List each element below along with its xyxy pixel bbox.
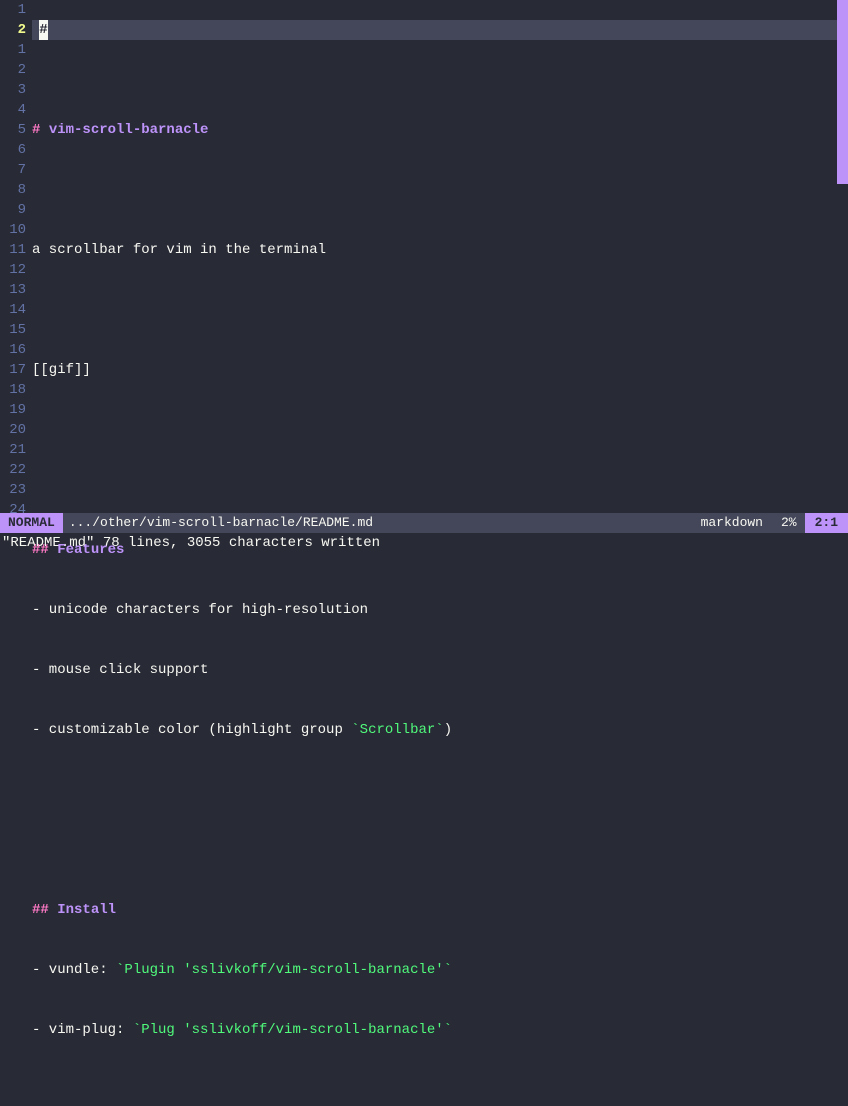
line-number: 11	[0, 240, 26, 260]
line-number: 1	[0, 40, 26, 60]
code-line: ## Features	[32, 540, 848, 560]
code-line: - customizable color (highlight group `S…	[32, 720, 848, 740]
code-line: - mouse click support	[32, 660, 848, 680]
code-line	[32, 840, 848, 860]
line-number: 20	[0, 420, 26, 440]
scrollbar-thumb[interactable]	[837, 0, 848, 184]
line-number: 16	[0, 340, 26, 360]
line-number: 6	[0, 140, 26, 160]
code-line: a scrollbar for vim in the terminal	[32, 240, 848, 260]
code-line	[32, 420, 848, 440]
line-number: 4	[0, 100, 26, 120]
line-number: 19	[0, 400, 26, 420]
cursor-line-highlight	[32, 20, 837, 40]
line-number: 18	[0, 380, 26, 400]
line-number: 15	[0, 320, 26, 340]
code-line: - vundle: `Plugin 'sslivkoff/vim-scroll-…	[32, 960, 848, 980]
line-number: 21	[0, 440, 26, 460]
filetype-indicator: markdown	[691, 513, 773, 533]
file-path: .../other/vim-scroll-barnacle/README.md	[63, 513, 691, 533]
line-number: 7	[0, 160, 26, 180]
line-number: 3	[0, 80, 26, 100]
code-line: - unicode characters for high-resolution	[32, 600, 848, 620]
code-line	[32, 1080, 848, 1100]
line-number: 1	[0, 0, 26, 20]
line-number: 17	[0, 360, 26, 380]
scroll-percent: 2%	[773, 513, 805, 533]
line-number: 5	[0, 120, 26, 140]
line-number: 22	[0, 460, 26, 480]
line-number: 8	[0, 180, 26, 200]
code-line	[32, 780, 848, 800]
line-number: 14	[0, 300, 26, 320]
line-number-gutter: 1 2 1 2 3 4 5 6 7 8 9 10 11 12 13 14 15 …	[0, 0, 32, 510]
mode-indicator: NORMAL	[0, 513, 63, 533]
editor-area[interactable]: 1 2 1 2 3 4 5 6 7 8 9 10 11 12 13 14 15 …	[0, 0, 848, 510]
code-line: - vim-plug: `Plug 'sslivkoff/vim-scroll-…	[32, 1020, 848, 1040]
status-line: NORMAL .../other/vim-scroll-barnacle/REA…	[0, 513, 848, 533]
code-line	[32, 180, 848, 200]
current-line-number: 2	[0, 20, 26, 40]
code-line	[32, 300, 848, 320]
buffer-content[interactable]: # vim-scroll-barnacle a scrollbar for vi…	[32, 0, 848, 510]
line-number: 13	[0, 280, 26, 300]
code-line: ## Install	[32, 900, 848, 920]
code-line	[32, 60, 848, 80]
cursor-position: 2:1	[805, 513, 848, 533]
code-line	[32, 480, 848, 500]
code-line: [[gif]]	[32, 360, 848, 380]
line-number: 9	[0, 200, 26, 220]
code-line: # vim-scroll-barnacle	[32, 120, 848, 140]
line-number: 10	[0, 220, 26, 240]
cursor-char: #	[39, 20, 48, 40]
line-number: 2	[0, 60, 26, 80]
line-number: 23	[0, 480, 26, 500]
line-number: 12	[0, 260, 26, 280]
